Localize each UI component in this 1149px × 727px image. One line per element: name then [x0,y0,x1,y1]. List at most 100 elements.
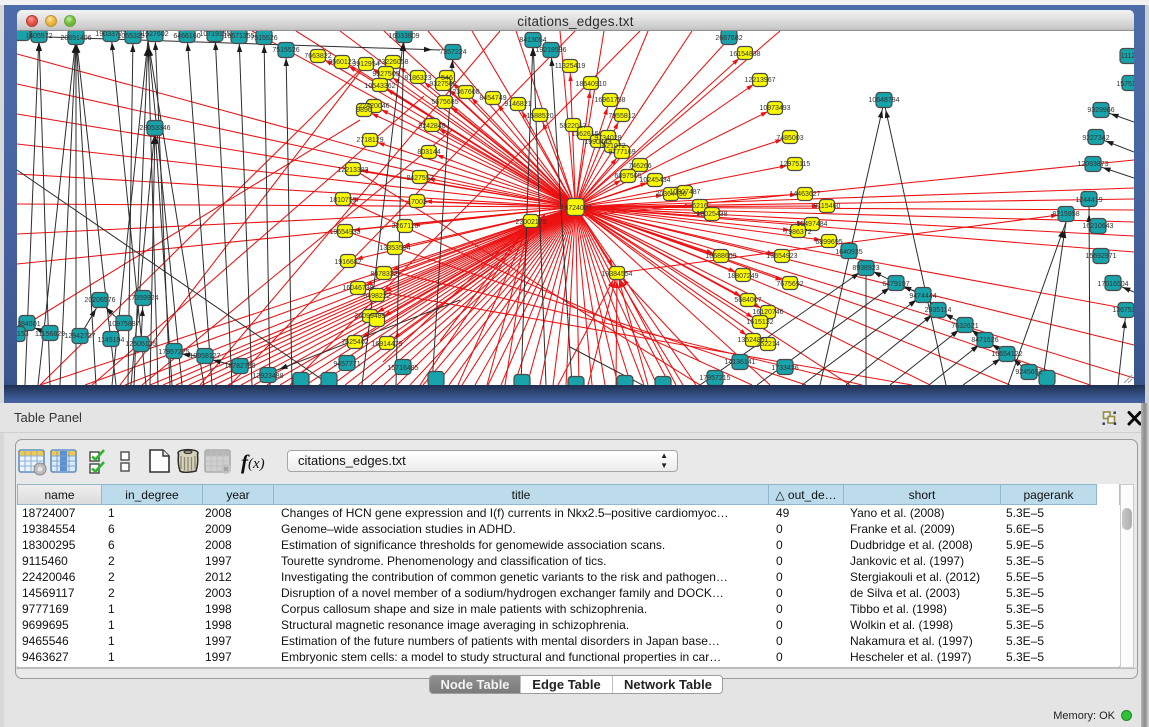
svg-text:12923488: 12923488 [252,373,283,380]
svg-text:13654923: 13654923 [766,253,797,260]
svg-text:16033809: 16033809 [388,33,419,40]
svg-text:12942737: 12942737 [64,333,95,340]
svg-text:10973493: 10973493 [759,105,790,112]
svg-text:139153: 139153 [17,331,29,338]
svg-text:16782759: 16782759 [224,363,255,370]
svg-text:18807249: 18807249 [727,273,758,280]
svg-text:6897505: 6897505 [614,173,641,180]
svg-text:16154838: 16154838 [729,51,760,58]
svg-text:9457771: 9457771 [333,361,360,368]
svg-text:23226058: 23226058 [377,59,408,66]
svg-text:1640935: 1640935 [835,249,862,256]
svg-text:7515526: 7515526 [250,35,277,42]
svg-text:6466160: 6466160 [173,33,200,40]
svg-text:7357224: 7357224 [439,49,466,56]
svg-text:14136141: 14136141 [724,359,755,366]
svg-text:8186323: 8186323 [404,75,431,82]
svg-text:12505135: 12505135 [125,341,156,348]
svg-text:15497484: 15497484 [796,221,827,228]
svg-text:9474444: 9474444 [909,293,936,300]
svg-text:7485003: 7485003 [776,135,803,142]
svg-text:20206576: 20206576 [84,297,115,304]
svg-text:1615132: 1615132 [746,319,773,326]
svg-text:5822017: 5822017 [559,123,586,130]
svg-text:1112: 1112 [1121,53,1134,60]
svg-text:12093873: 12093873 [1077,161,1108,168]
svg-text:8878332: 8878332 [370,271,397,278]
svg-text:10807487: 10807487 [669,189,700,196]
svg-text:19384554: 19384554 [601,271,632,278]
svg-text:7955812: 7955812 [608,113,635,120]
svg-text:7986372: 7986372 [784,229,811,236]
svg-text:17957215: 17957215 [699,375,730,382]
svg-text:17359924: 17359924 [127,295,158,302]
svg-text:2718129: 2718129 [356,137,383,144]
svg-text:10245434: 10245434 [639,177,670,184]
svg-text:14463627: 14463627 [789,191,820,198]
svg-text:9327502: 9327502 [429,81,456,88]
svg-text:(x): (x) [248,456,265,472]
svg-text:9146821: 9146821 [504,101,531,108]
svg-text:19218596: 19218596 [535,47,566,54]
svg-text:9734028: 9734028 [594,135,621,142]
svg-text:1588520: 1588520 [526,113,553,120]
svg-text:2687682: 2687682 [715,35,742,42]
svg-text:10543362: 10543362 [364,83,395,90]
svg-text:8413054: 8413054 [519,37,546,44]
svg-text:8471626: 8471626 [971,337,998,344]
svg-text:1810755: 1810755 [329,197,356,204]
svg-text:1575107: 1575107 [1116,81,1134,88]
svg-text:24099489: 24099489 [354,313,385,320]
svg-text:12213383: 12213383 [337,167,368,174]
svg-text:1244419: 1244419 [1075,197,1102,204]
svg-text:17003: 17003 [407,199,427,206]
svg-text:10654122: 10654122 [991,351,1022,358]
svg-text:10648784: 10648784 [868,97,899,104]
svg-text:18724007: 18724007 [560,205,591,212]
svg-text:5498222: 5498222 [363,293,390,300]
svg-text:18640910: 18640910 [575,81,606,88]
svg-text:2935114: 2935114 [925,307,952,314]
svg-text:6899695: 6899695 [815,239,842,246]
svg-text:15692971: 15692971 [1085,253,1116,260]
svg-text:8215958: 8215958 [1052,211,1079,218]
svg-text:1916682: 1916682 [334,259,361,266]
svg-text:13353594: 13353594 [379,245,410,252]
svg-text:15716485: 15716485 [387,365,418,372]
svg-text:12975115: 12975115 [780,161,811,168]
svg-text:17016504: 17016504 [1097,281,1128,288]
svg-text:7632621: 7632621 [951,323,978,330]
svg-text:11325419: 11325419 [555,63,586,70]
svg-text:23002175: 23002175 [515,219,546,226]
svg-text:2367608: 2367608 [452,89,479,96]
svg-text:1384501: 1384501 [17,321,41,328]
svg-text:16914479: 16914479 [371,341,402,348]
svg-text:7675692: 7675692 [776,281,803,288]
svg-text:7515526: 7515526 [272,47,299,54]
svg-text:16961758: 16961758 [594,97,625,104]
svg-text:20691406: 20691406 [60,35,91,42]
svg-text:8427552: 8427552 [406,175,433,182]
svg-text:10958127: 10958127 [189,353,220,360]
svg-text:252214: 252214 [756,341,779,348]
svg-text:5675685: 5675685 [431,99,458,106]
svg-text:6479197: 6479197 [882,281,909,288]
svg-text:10975887: 10975887 [108,321,139,328]
svg-text:1405572: 1405572 [25,33,52,40]
svg-text:28053346: 28053346 [139,125,170,132]
svg-text:1367533: 1367533 [1112,307,1134,314]
svg-text:7625402: 7625402 [341,339,368,346]
svg-text:9242848: 9242848 [418,123,445,130]
svg-text:19654933: 19654933 [329,229,360,236]
svg-text:9115460: 9115460 [814,203,841,210]
svg-text:3912954: 3912954 [352,61,379,68]
svg-text:8454749: 8454749 [479,95,506,102]
svg-text:1145194: 1145194 [98,337,125,344]
svg-text:3267110: 3267110 [392,223,419,230]
svg-text:1733426: 1733426 [771,365,798,372]
svg-text:803144: 803144 [417,149,440,156]
svg-text:8938923: 8938923 [852,265,879,272]
svg-text:11156829: 11156829 [35,331,65,338]
svg-text:16046738: 16046738 [342,285,373,292]
svg-text:17957225: 17957225 [158,349,189,356]
